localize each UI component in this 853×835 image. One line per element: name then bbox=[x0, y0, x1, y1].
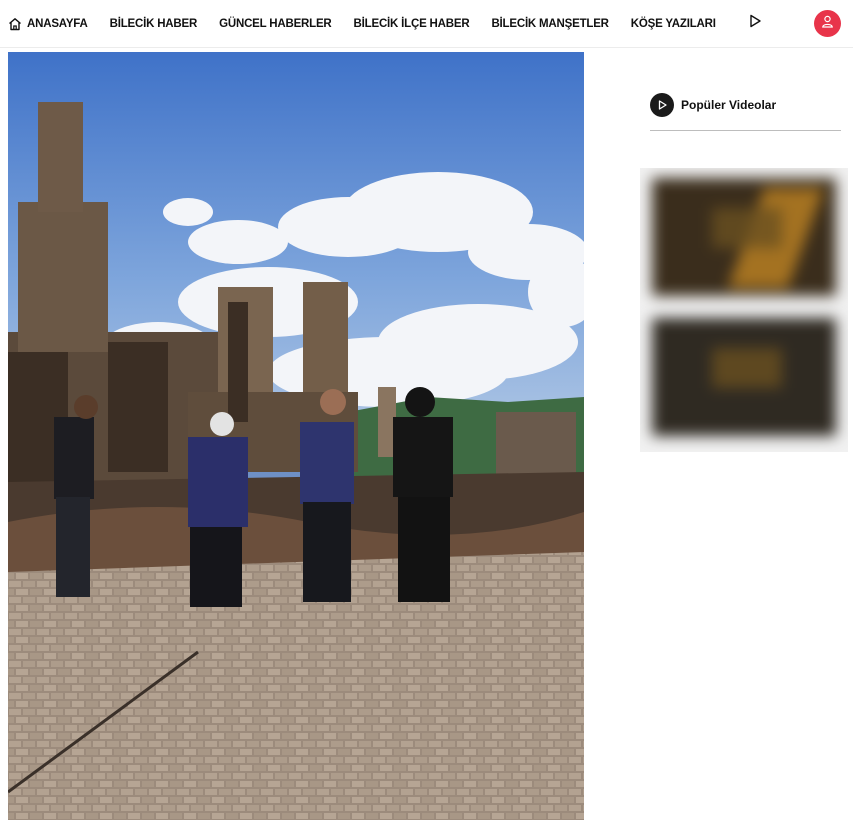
top-navigation: ANASAYFA BİLECİK HABER GÜNCEL HABERLER B… bbox=[0, 0, 853, 48]
nav-item-anasayfa[interactable]: ANASAYFA bbox=[8, 0, 88, 47]
nav-item-bilecik-mansetler[interactable]: BİLECİK MANŞETLER bbox=[491, 0, 609, 47]
nav-item-bilecik-haber[interactable]: BİLECİK HABER bbox=[110, 0, 198, 47]
home-icon bbox=[8, 17, 22, 31]
ad-card bbox=[652, 318, 836, 436]
user-icon bbox=[821, 15, 834, 33]
nav-item-kose-yazilari[interactable]: KÖŞE YAZILARI bbox=[631, 0, 716, 47]
popular-videos-title: Popüler Videolar bbox=[681, 98, 777, 112]
video-nav-button[interactable] bbox=[746, 14, 764, 33]
play-circle-icon bbox=[650, 93, 674, 117]
news-photo-illustration bbox=[8, 52, 584, 820]
nav-item-label: ANASAYFA bbox=[27, 17, 88, 30]
nav-item-label: BİLECİK İLÇE HABER bbox=[353, 17, 470, 30]
user-account-button[interactable] bbox=[814, 10, 841, 37]
play-outline-icon bbox=[748, 14, 762, 33]
popular-videos-header[interactable]: Popüler Videolar bbox=[650, 93, 841, 131]
nav-item-label: BİLECİK HABER bbox=[109, 17, 198, 30]
nav-item-label: GÜNCEL HABERLER bbox=[219, 17, 332, 30]
nav-item-bilecik-ilce-haber[interactable]: BİLECİK İLÇE HABER bbox=[354, 0, 470, 47]
news-photo[interactable] bbox=[8, 52, 584, 820]
nav-item-label: KÖŞE YAZILARI bbox=[630, 17, 716, 30]
ad-card bbox=[652, 178, 836, 296]
blurred-ad-placeholder[interactable] bbox=[640, 168, 848, 452]
nav-menu: ANASAYFA BİLECİK HABER GÜNCEL HABERLER B… bbox=[0, 0, 764, 47]
nav-item-label: BİLECİK MANŞETLER bbox=[491, 17, 609, 30]
nav-item-guncel-haberler[interactable]: GÜNCEL HABERLER bbox=[219, 0, 332, 47]
